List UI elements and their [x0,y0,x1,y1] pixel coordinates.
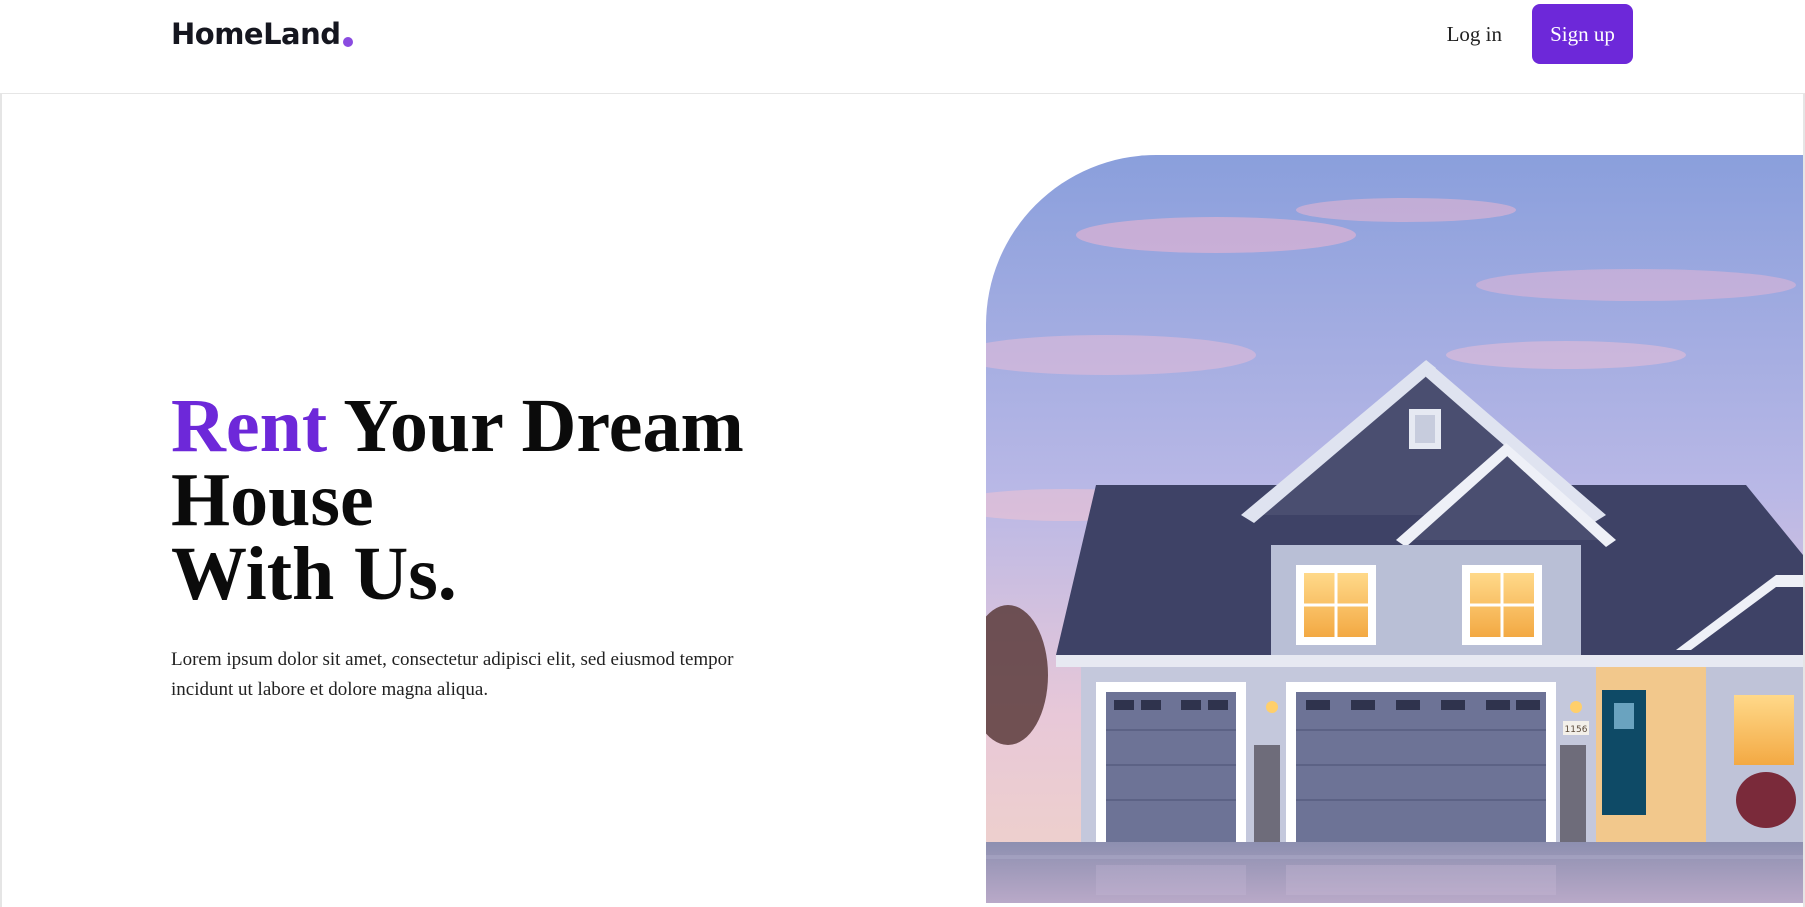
hero-title-accent: Rent [171,384,328,468]
logo-text: HomeLand [171,17,341,51]
signup-button[interactable]: Sign up [1532,4,1633,64]
hero-description: Lorem ipsum dolor sit amet, consectetur … [171,649,734,700]
hero-section: Rent Your Dream House With Us. Lorem ips… [171,388,951,705]
header-nav: Log in Sign up [1447,4,1633,64]
hero-house-image: 1156 [986,155,1803,903]
login-link[interactable]: Log in [1447,22,1502,47]
house-number: 1156 [1565,725,1588,735]
logo-dot-icon [342,37,353,47]
logo[interactable]: HomeLand [171,14,353,54]
site-header: HomeLand Log in Sign up [0,0,1805,94]
hero-title-line2: With Us. [171,532,457,616]
hero-title: Rent Your Dream House With Us. [171,388,951,612]
